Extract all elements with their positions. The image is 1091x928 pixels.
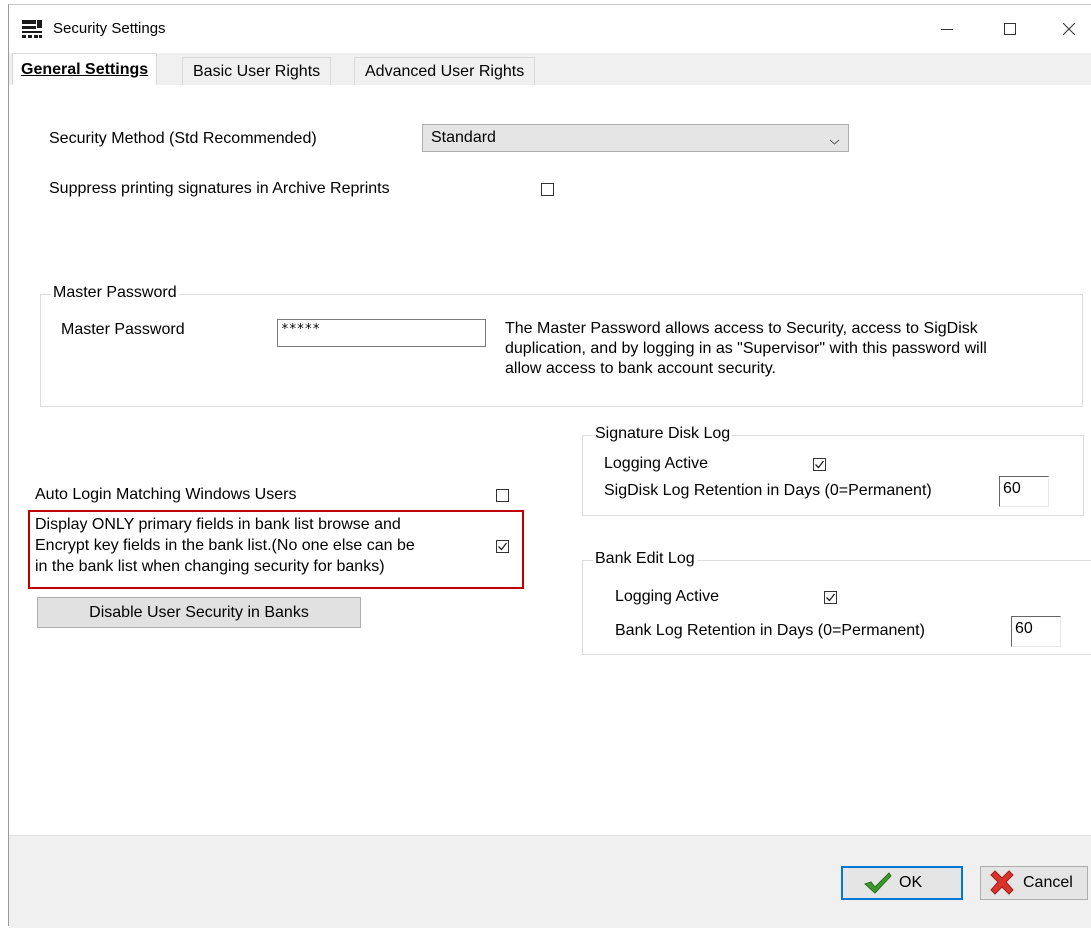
ok-label: OK [899,874,923,891]
display-primary-line-3: in the bank list when changing security … [35,558,385,575]
chevron-down-icon [829,133,840,151]
maximize-icon [1004,23,1016,35]
check-icon [815,460,825,469]
dialog-footer: OK Cancel [9,835,1091,928]
security-method-value: Standard [431,129,496,146]
sigdisk-retention-label: SigDisk Log Retention in Days (0=Permane… [604,482,932,499]
master-password-label: Master Password [61,321,185,338]
auto-login-label: Auto Login Matching Windows Users [35,486,297,503]
display-primary-line-1: Display ONLY primary fields in bank list… [35,516,401,533]
cancel-button[interactable]: Cancel [980,866,1088,900]
bank-logging-label: Logging Active [615,588,720,605]
bank-logging-checkbox[interactable] [824,591,837,604]
auto-login-checkbox[interactable] [496,489,509,502]
master-password-group: Master Password Master Password ***** Th… [40,284,1083,407]
title-bar[interactable]: Security Settings [9,5,1091,53]
window-title: Security Settings [53,20,166,37]
tab-advanced-user-rights[interactable]: Advanced User Rights [354,57,536,85]
security-method-select[interactable]: Standard [422,124,849,152]
tab-general-settings[interactable]: General Settings [12,53,158,86]
sigdisk-logging-checkbox[interactable] [813,458,826,471]
suppress-signatures-label: Suppress printing signatures in Archive … [49,180,390,197]
check-icon [826,593,836,602]
suppress-signatures-checkbox[interactable] [541,183,554,196]
cancel-icon [990,870,1014,895]
general-settings-panel: Security Method (Std Recommended) Standa… [9,85,1091,835]
app-icon [21,19,43,39]
sigdisk-logging-label: Logging Active [604,455,709,472]
bank-retention-field[interactable]: 60 [1011,616,1061,647]
bank-retention-label: Bank Log Retention in Days (0=Permanent) [615,622,925,639]
display-primary-line-2: Encrypt key fields in the bank list.(No … [35,537,415,554]
disable-user-security-button[interactable]: Disable User Security in Banks [37,597,361,628]
check-icon [498,542,508,551]
signature-disk-log-legend: Signature Disk Log [593,425,733,443]
minimize-icon [941,29,953,30]
close-icon [1063,23,1075,35]
cancel-label: Cancel [1023,874,1073,891]
security-settings-window: Security Settings General Settings Basic… [8,4,1091,928]
security-method-label: Security Method (Std Recommended) [49,130,317,147]
close-button[interactable] [1046,13,1091,45]
signature-disk-log-group: Signature Disk Log Logging Active SigDis… [582,425,1084,516]
tab-strip: General Settings Basic User Rights Advan… [9,53,1091,86]
master-password-group-legend: Master Password [51,284,179,302]
display-primary-checkbox[interactable] [496,540,509,553]
tab-basic-user-rights[interactable]: Basic User Rights [182,57,332,85]
bank-edit-log-legend: Bank Edit Log [593,550,697,568]
check-icon [864,872,892,894]
master-password-description: The Master Password allows access to Sec… [505,320,987,377]
ok-button[interactable]: OK [841,866,963,900]
maximize-button[interactable] [987,13,1033,45]
bank-edit-log-group: Bank Edit Log Logging Active Bank Log Re… [582,550,1091,655]
minimize-button[interactable] [924,13,970,45]
master-password-field[interactable]: ***** [277,319,486,347]
sigdisk-retention-field[interactable]: 60 [999,476,1049,507]
